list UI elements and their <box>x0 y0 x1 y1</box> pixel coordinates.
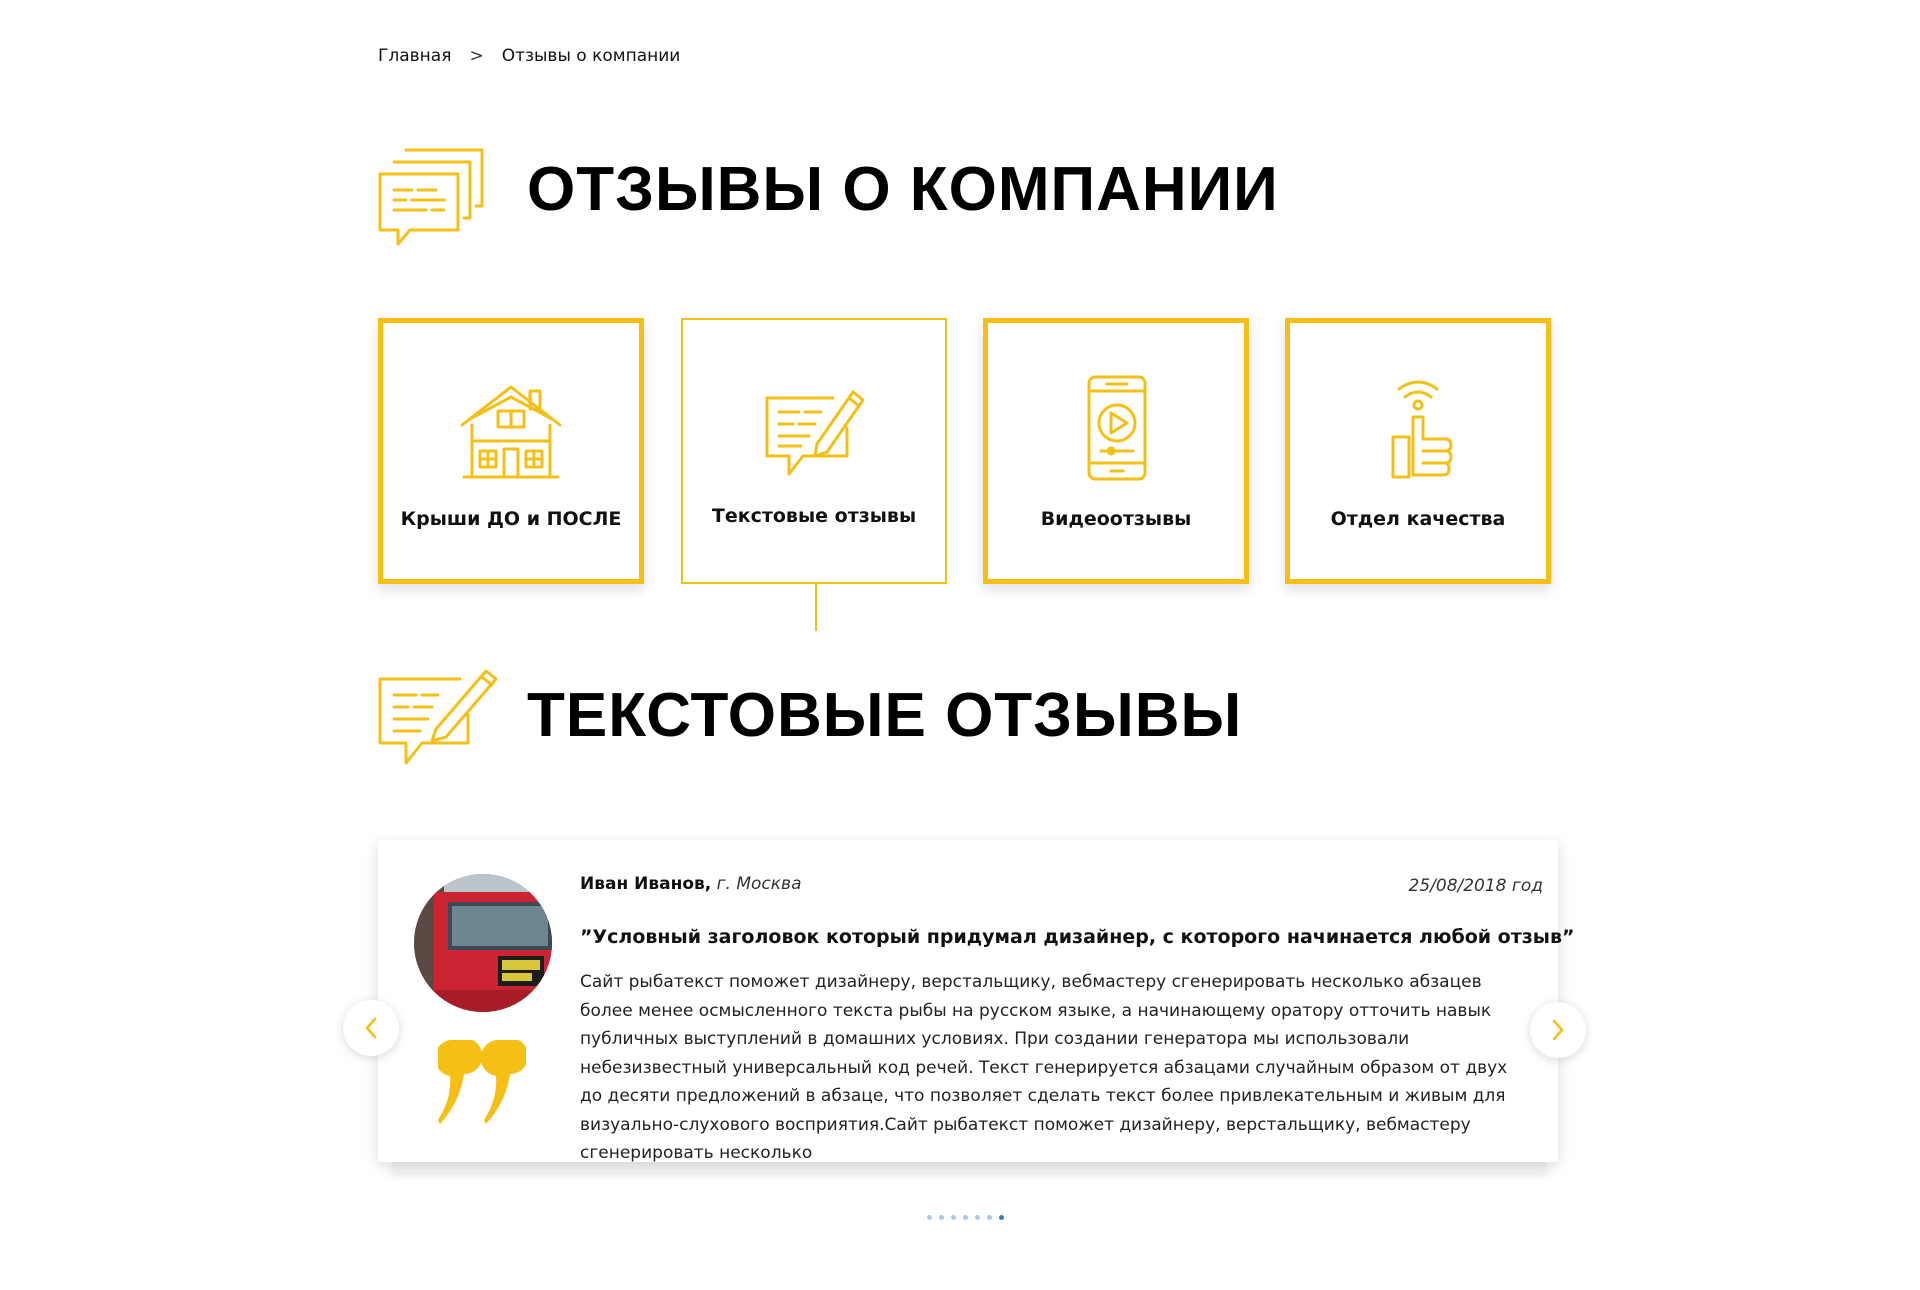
slider-prev-button[interactable] <box>343 1000 399 1056</box>
slider-dot[interactable] <box>975 1215 980 1220</box>
slider-dot[interactable] <box>939 1215 944 1220</box>
breadcrumb-current: Отзывы о компании <box>501 46 681 66</box>
chat-pencil-icon <box>765 390 865 476</box>
review-date: 25/08/2018 год <box>1408 876 1543 896</box>
chat-bubbles-icon <box>378 148 484 246</box>
breadcrumb: Главная > Отзывы о компании <box>378 46 680 66</box>
author-city: г. Москва <box>716 874 802 894</box>
slider-dot[interactable] <box>963 1215 968 1220</box>
house-icon <box>460 385 562 479</box>
thumbs-up-wifi-icon <box>1391 380 1453 479</box>
slider-pagination <box>927 1215 1004 1220</box>
category-video-reviews[interactable]: Видеоотзывы <box>983 318 1249 584</box>
review-author: Иван Иванов, г. Москва <box>580 874 801 894</box>
phone-play-icon <box>1087 375 1147 481</box>
slider-dot[interactable] <box>987 1215 992 1220</box>
slider-next-button[interactable] <box>1530 1002 1586 1058</box>
bus-photo <box>414 874 552 1012</box>
slider-dot[interactable] <box>999 1215 1004 1220</box>
chevron-left-icon <box>365 1017 377 1039</box>
chat-pencil-icon <box>378 669 498 765</box>
page-title: ОТЗЫВЫ О КОМПАНИИ <box>527 155 1279 224</box>
category-quality-department[interactable]: Отдел качества <box>1285 318 1551 584</box>
chevron-right-icon <box>1552 1019 1564 1041</box>
section-title: ТЕКСТОВЫЕ ОТЗЫВЫ <box>527 681 1243 750</box>
breadcrumb-home-link[interactable]: Главная <box>378 46 451 66</box>
category-text-reviews[interactable]: Текстовые отзывы <box>681 318 947 584</box>
category-label: Видеоотзывы <box>1040 508 1192 530</box>
category-label: Отдел качества <box>1330 508 1506 530</box>
avatar <box>414 874 552 1012</box>
review-title: ”Условный заголовок который придумал диз… <box>580 926 1575 948</box>
review-text: Сайт рыбатекст поможет дизайнеру, верста… <box>580 972 1508 1163</box>
category-label: Крыши ДО и ПОСЛЕ <box>400 508 622 530</box>
active-tab-connector <box>815 584 817 631</box>
slider-dot[interactable] <box>951 1215 956 1220</box>
quote-icon <box>438 1040 526 1124</box>
category-label: Текстовые отзывы <box>711 505 917 527</box>
slider-dot[interactable] <box>927 1215 932 1220</box>
author-name: Иван Иванов, <box>580 874 712 894</box>
breadcrumb-separator: > <box>469 46 484 66</box>
category-roofs-before-after[interactable]: Крыши ДО и ПОСЛЕ <box>378 318 644 584</box>
